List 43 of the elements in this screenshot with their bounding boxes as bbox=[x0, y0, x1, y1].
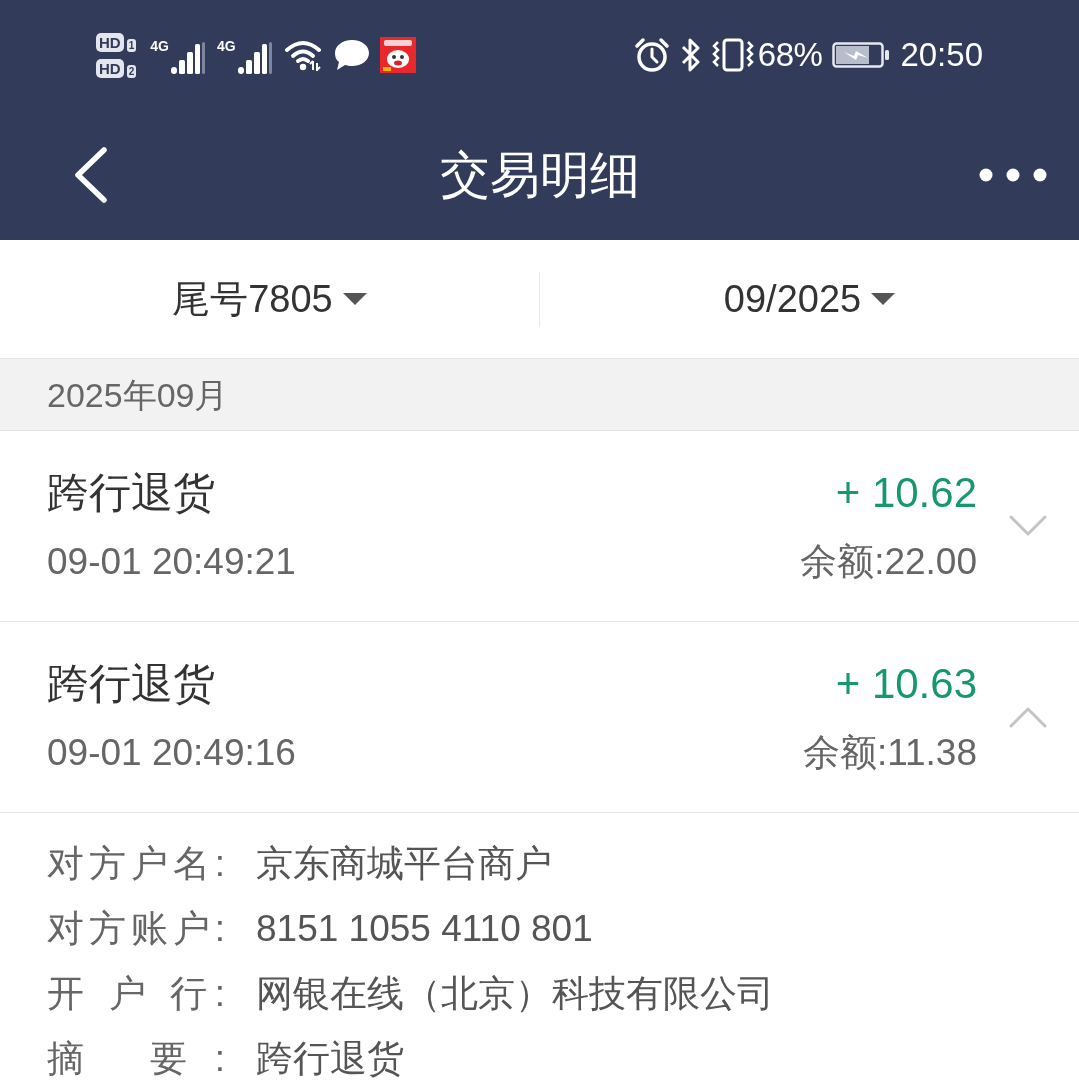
detail-label: 开 户 行: bbox=[47, 971, 225, 1016]
status-time: 20:50 bbox=[900, 35, 983, 75]
detail-label: 对方户名: bbox=[47, 841, 225, 886]
vibrate-icon bbox=[711, 38, 754, 72]
transaction-title: 跨行退货 bbox=[47, 468, 216, 518]
alarm-clock-icon bbox=[633, 37, 670, 73]
caret-icon bbox=[871, 293, 896, 306]
signal-icon bbox=[237, 42, 272, 74]
section-title: 2025年09月 bbox=[47, 374, 229, 415]
transaction-title: 跨行退货 bbox=[47, 659, 216, 709]
filter-dropdown[interactable]: 尾号7805 bbox=[172, 276, 367, 323]
transaction-time: 09-01 20:49:16 bbox=[47, 731, 297, 775]
hd-badge: HD bbox=[96, 58, 124, 78]
detail-value: 京东商城平台商户 bbox=[256, 841, 552, 886]
detail-value: 8151 1055 4110 801 bbox=[256, 906, 593, 951]
back-icon[interactable] bbox=[72, 147, 108, 203]
filter-dropdown[interactable]: 09/2025 bbox=[723, 276, 896, 323]
page-title: 交易明细 bbox=[439, 146, 640, 205]
sim-slot-badge: 2 bbox=[126, 64, 137, 78]
wifi-icon bbox=[283, 39, 324, 71]
sim-slot-badge: 1 bbox=[126, 38, 137, 52]
network-type-label: 4G bbox=[216, 38, 236, 54]
signal-icon bbox=[170, 42, 205, 74]
transaction-amount: + 10.62 bbox=[835, 468, 977, 518]
balance-text: 余额:11.38 bbox=[802, 731, 977, 775]
app-icon bbox=[379, 37, 416, 73]
detail-value: 网银在线（北京）科技有限公司 bbox=[256, 971, 774, 1016]
detail-label: 摘 要: bbox=[47, 1036, 225, 1081]
chat-bubble-icon bbox=[333, 39, 370, 71]
balance-text: 余额:22.00 bbox=[800, 540, 977, 584]
transaction-amount: + 10.63 bbox=[835, 659, 977, 709]
transaction-time: 09-01 20:49:21 bbox=[47, 540, 297, 584]
more-icon[interactable] bbox=[979, 168, 1047, 182]
network-type-label: 4G bbox=[150, 38, 169, 54]
battery-charging-icon bbox=[832, 42, 891, 68]
transaction-row[interactable]: 跨行退货 09-01 20:49:16 + 10.63 余额:11.38 bbox=[0, 622, 1079, 813]
hd-badge: HD bbox=[96, 32, 124, 52]
caret-icon bbox=[342, 293, 367, 306]
detail-value: 跨行退货 bbox=[256, 1036, 404, 1081]
bluetooth-icon bbox=[679, 38, 702, 72]
battery-percent: 68% bbox=[757, 35, 823, 75]
transaction-row[interactable]: 跨行退货 09-01 20:49:21 + 10.62 余额:22.00 bbox=[0, 431, 1079, 622]
detail-label: 对方账户: bbox=[47, 906, 225, 951]
